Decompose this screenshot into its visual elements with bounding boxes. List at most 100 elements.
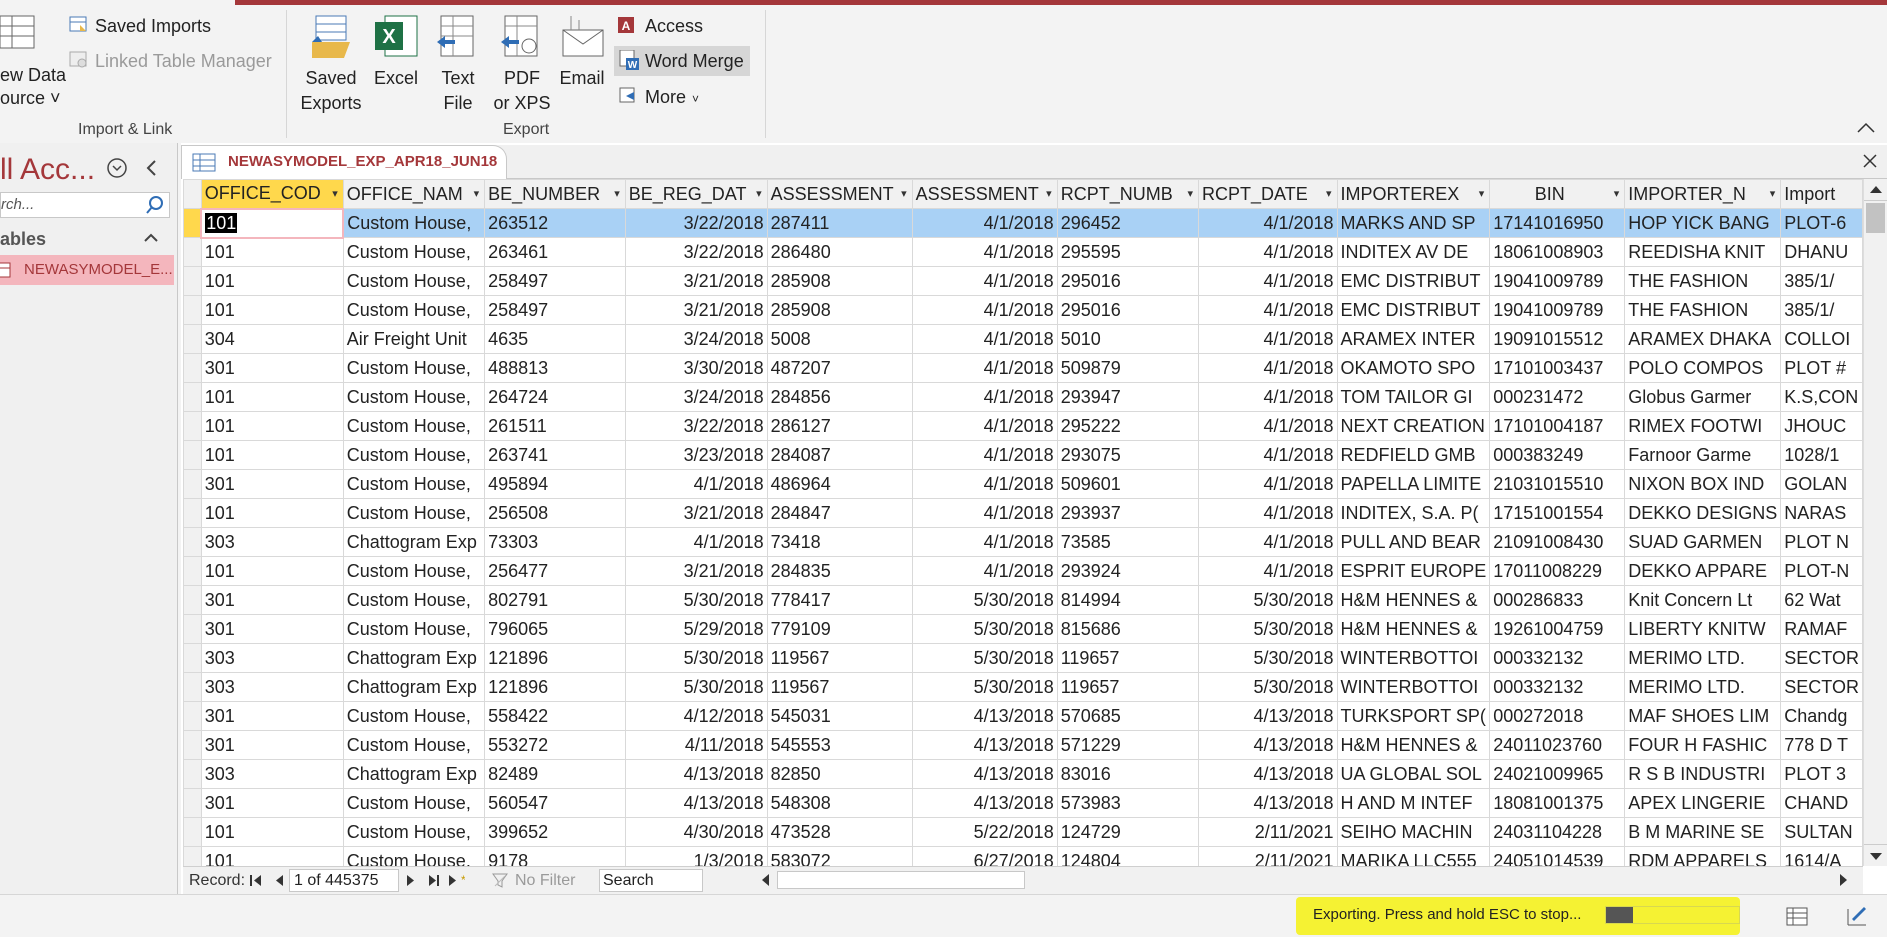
table-cell[interactable]: WINTERBOTTOI <box>1336 672 1491 702</box>
table-row[interactable]: 301 Custom House, 495894 4/1/2018 486964 4/1/… <box>183 469 1863 499</box>
table-cell[interactable]: Chandg <box>1780 701 1863 731</box>
table-cell[interactable]: 779109 <box>766 614 913 644</box>
table-cell[interactable]: PLOT # <box>1780 353 1863 383</box>
search-icon[interactable] <box>145 195 165 220</box>
table-cell[interactable]: 284835 <box>766 556 913 586</box>
table-cell[interactable]: 385/1/ <box>1780 295 1863 325</box>
table-cell[interactable]: DEKKO DESIGNS <box>1624 498 1782 528</box>
table-cell[interactable]: EMC DISTRIBUT <box>1336 266 1491 296</box>
table-cell[interactable]: Farnoor Garme <box>1624 440 1782 470</box>
column-header[interactable]: IMPORTEREX ▾ <box>1336 179 1491 209</box>
export-pdf-button[interactable]: PDF or XPS <box>490 14 554 116</box>
table-cell[interactable]: REEDISHA KNIT <box>1624 237 1782 267</box>
table-cell[interactable]: Custom House, <box>342 585 486 615</box>
table-cell[interactable]: 256477 <box>484 556 626 586</box>
table-cell[interactable]: 3/22/2018 <box>624 237 768 267</box>
column-filter-dropdown-icon[interactable]: ▾ <box>614 181 620 208</box>
table-cell[interactable]: 5/30/2018 <box>1198 585 1338 615</box>
table-cell[interactable]: Custom House, <box>342 498 486 528</box>
table-cell[interactable]: 284856 <box>766 382 913 412</box>
table-cell[interactable]: 73585 <box>1056 527 1200 557</box>
table-cell[interactable]: 256508 <box>484 498 626 528</box>
table-row[interactable]: 301 Custom House, 796065 5/29/2018 779109 5/3… <box>183 614 1863 644</box>
table-cell[interactable]: 4/1/2018 <box>911 382 1058 412</box>
table-cell[interactable]: THE FASHION <box>1624 295 1782 325</box>
row-selector[interactable] <box>183 672 202 702</box>
table-row[interactable]: 303 Chattogram Exp 82489 4/13/2018 82850 4/13… <box>183 759 1863 789</box>
table-cell[interactable]: 5/30/2018 <box>911 643 1058 673</box>
table-cell[interactable]: 796065 <box>484 614 626 644</box>
datasheet-view-icon[interactable] <box>1786 907 1808 932</box>
table-cell[interactable]: SULTAN <box>1780 817 1863 847</box>
export-excel-button[interactable]: X Excel <box>370 14 422 91</box>
table-cell[interactable]: 1028/1 <box>1780 440 1863 470</box>
table-cell[interactable]: 4/1/2018 <box>1198 266 1338 296</box>
table-cell[interactable]: 301 <box>200 730 344 760</box>
table-cell[interactable]: 548308 <box>766 788 913 818</box>
table-cell[interactable]: 487207 <box>766 353 913 383</box>
table-cell[interactable]: 5/30/2018 <box>1198 672 1338 702</box>
table-cell[interactable]: TOM TAILOR GI <box>1336 382 1491 412</box>
nav-section-header[interactable]: ables <box>0 227 178 253</box>
document-tab[interactable]: NEWASYMODEL_EXP_APR18_JUN18 <box>181 145 507 179</box>
table-cell[interactable]: ARAMEX DHAKA <box>1624 324 1782 354</box>
horizontal-scrollbar[interactable] <box>757 869 1857 892</box>
table-cell[interactable]: MARIKA LLC555 <box>1336 846 1491 866</box>
table-cell[interactable]: 000332132 <box>1489 643 1626 673</box>
row-selector[interactable] <box>183 701 202 731</box>
table-cell[interactable]: 3/22/2018 <box>624 208 768 238</box>
row-selector[interactable] <box>183 295 202 325</box>
table-cell[interactable]: 4/1/2018 <box>1198 527 1338 557</box>
table-cell[interactable]: 263512 <box>484 208 626 238</box>
table-cell[interactable]: Custom House, <box>342 208 486 238</box>
table-cell[interactable]: 3/23/2018 <box>624 440 768 470</box>
table-cell[interactable]: PLOT N <box>1780 527 1863 557</box>
table-cell[interactable]: 19261004759 <box>1489 614 1626 644</box>
row-selector[interactable] <box>183 208 202 238</box>
table-cell[interactable]: 4/1/2018 <box>624 527 768 557</box>
table-cell[interactable]: APEX LINGERIE <box>1624 788 1782 818</box>
table-cell[interactable]: Custom House, <box>342 440 486 470</box>
table-cell[interactable]: 5010 <box>1056 324 1200 354</box>
word-merge-button[interactable]: W Word Merge <box>614 46 750 76</box>
table-cell[interactable]: FOUR H FASHIC <box>1624 730 1782 760</box>
table-cell[interactable]: 4/13/2018 <box>911 730 1058 760</box>
table-cell[interactable]: RDM APPARELS <box>1624 846 1782 866</box>
vertical-scrollbar[interactable] <box>1863 179 1887 866</box>
table-row[interactable]: 301 Custom House, 558422 4/12/2018 545031 4/1… <box>183 701 1863 731</box>
table-cell[interactable]: 558422 <box>484 701 626 731</box>
table-cell[interactable]: 24031104228 <box>1489 817 1626 847</box>
table-cell[interactable]: 4635 <box>484 324 626 354</box>
table-cell[interactable]: 4/1/2018 <box>911 556 1058 586</box>
row-selector[interactable] <box>183 353 202 383</box>
table-cell[interactable]: 1614/A <box>1780 846 1863 866</box>
export-email-button[interactable]: Email <box>556 14 608 91</box>
table-cell[interactable]: 18081001375 <box>1489 788 1626 818</box>
table-row[interactable]: 101 Custom House, 9178 1/3/2018 583072 6/27/2… <box>183 846 1863 866</box>
column-filter-dropdown-icon[interactable]: ▾ <box>1770 181 1776 208</box>
column-filter-dropdown-icon[interactable]: ▾ <box>901 181 907 208</box>
table-cell[interactable]: 545553 <box>766 730 913 760</box>
column-filter-dropdown-icon[interactable]: ▾ <box>1614 181 1620 208</box>
table-cell[interactable]: REDFIELD GMB <box>1336 440 1491 470</box>
table-cell[interactable]: NIXON BOX IND <box>1624 469 1782 499</box>
column-header[interactable]: IMPORTER_N ▾ <box>1624 179 1782 209</box>
table-cell[interactable]: 5/30/2018 <box>624 672 768 702</box>
table-cell[interactable]: MARKS AND SP <box>1336 208 1491 238</box>
table-cell[interactable]: 000332132 <box>1489 672 1626 702</box>
table-cell[interactable]: 4/1/2018 <box>1198 498 1338 528</box>
table-cell[interactable]: MERIMO LTD. <box>1624 672 1782 702</box>
table-cell[interactable]: 5/22/2018 <box>911 817 1058 847</box>
table-cell[interactable]: 101 <box>200 266 344 296</box>
table-cell[interactable]: 258497 <box>484 266 626 296</box>
collapse-ribbon-icon[interactable] <box>1854 118 1878 138</box>
table-cell[interactable]: 5/30/2018 <box>911 585 1058 615</box>
table-cell[interactable]: 101 <box>200 498 344 528</box>
table-cell[interactable]: 4/1/2018 <box>1198 324 1338 354</box>
table-cell[interactable]: Custom House, <box>342 730 486 760</box>
scroll-left-icon[interactable] <box>757 871 775 894</box>
table-cell[interactable]: 4/13/2018 <box>1198 759 1338 789</box>
table-cell[interactable]: 4/13/2018 <box>624 788 768 818</box>
table-row[interactable]: 303 Chattogram Exp 121896 5/30/2018 119567 5/… <box>183 643 1863 673</box>
table-cell[interactable]: 101 <box>200 440 344 470</box>
